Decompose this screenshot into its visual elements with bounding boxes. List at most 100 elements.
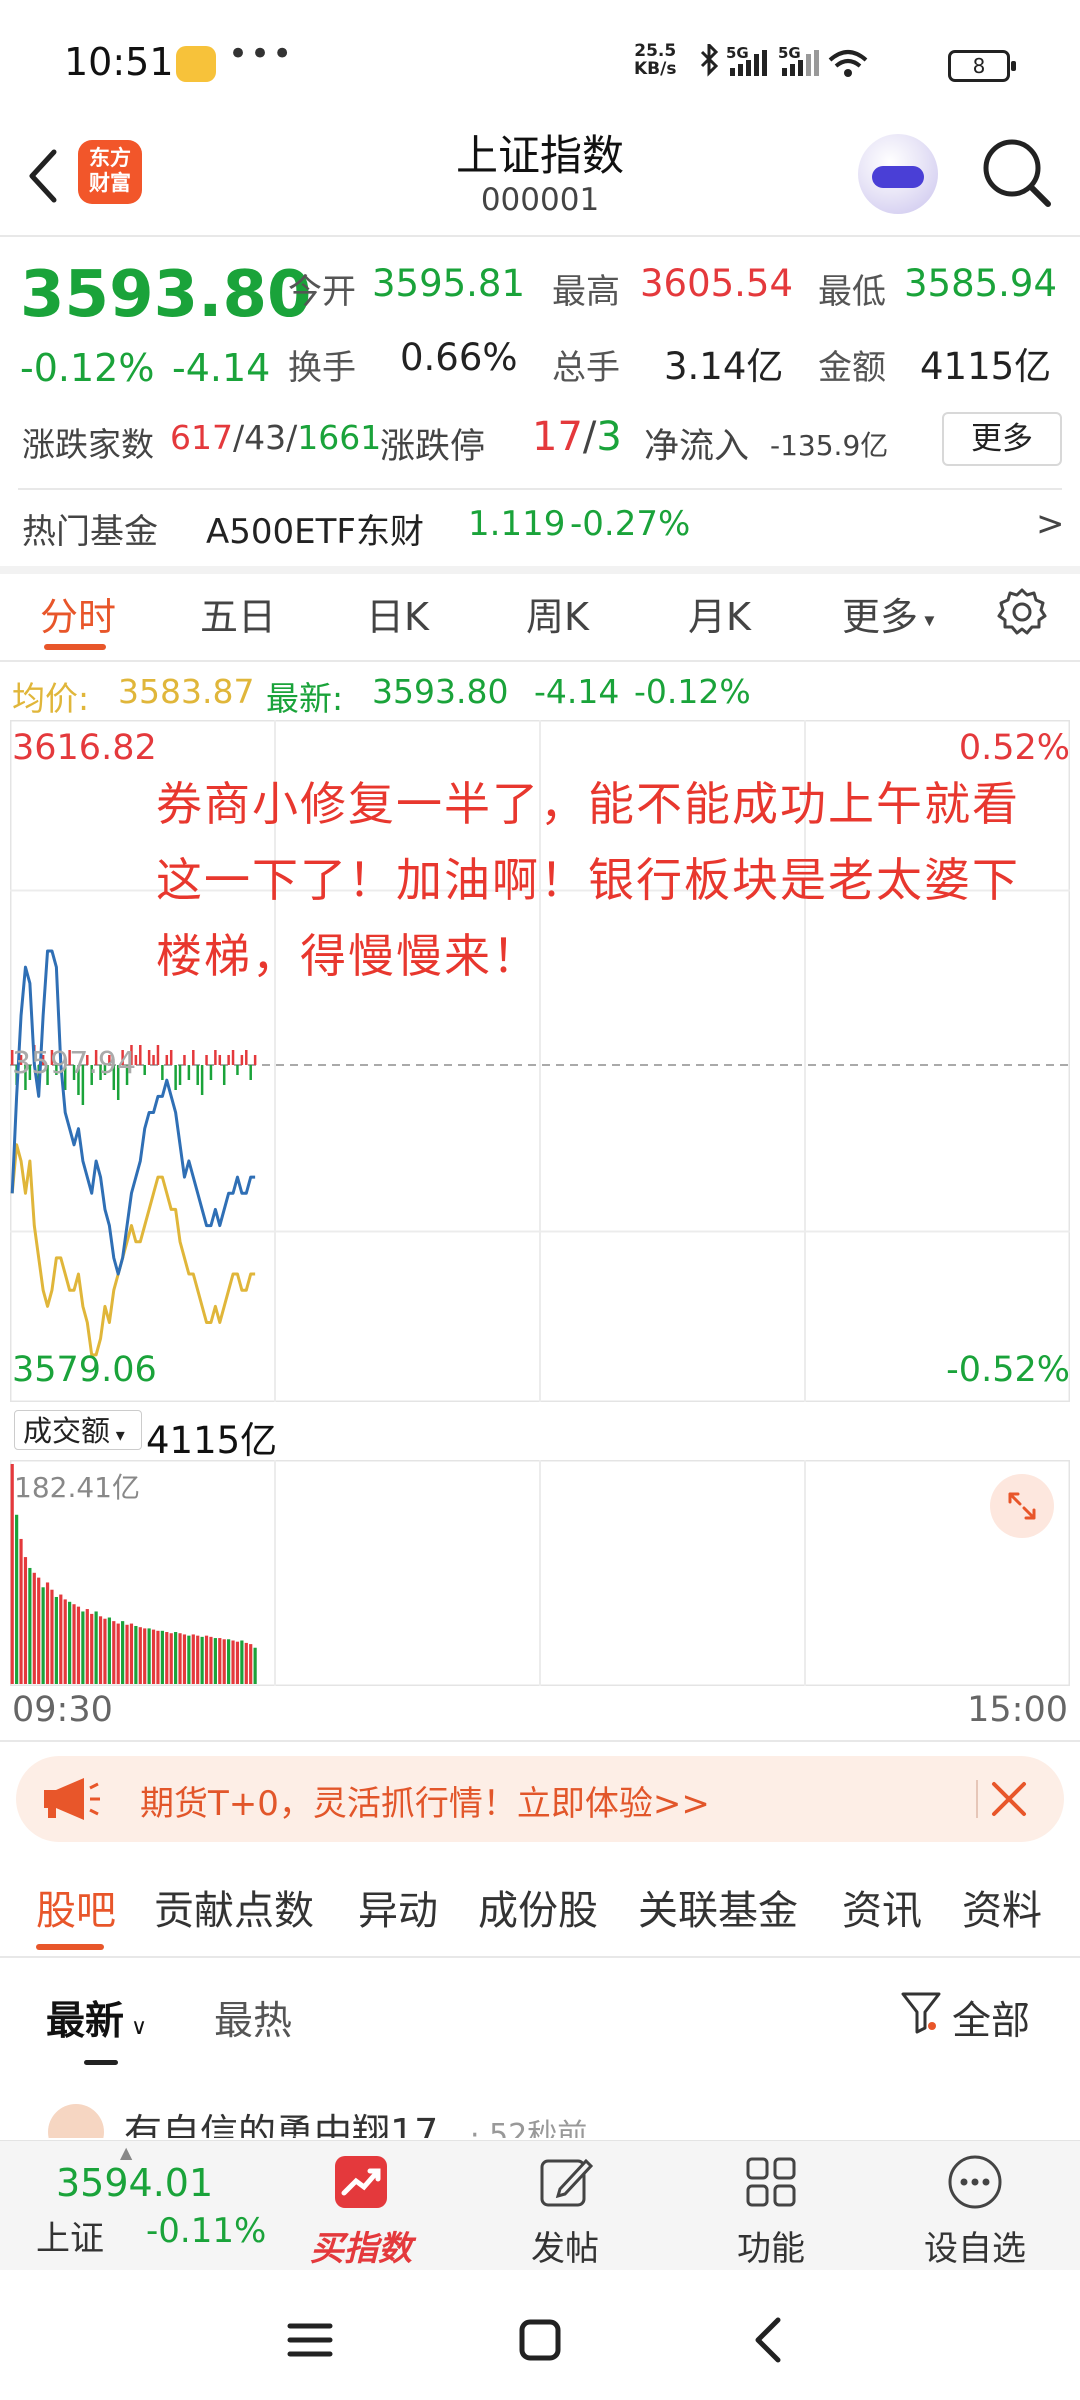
chart-tabs: 分时 五日 日K 周K 月K 更多 ▾ [0,576,1080,658]
weibo-notification-icon [176,46,216,82]
buy-index-button[interactable]: 买指数 [296,2153,426,2270]
volume-bar [54,1596,58,1684]
price-line [10,949,256,1276]
tab-more[interactable]: 更多 ▾ [842,586,934,641]
netflow-value: -135.9亿 [770,429,889,462]
tab-guba[interactable]: 股吧 [36,1878,116,1936]
post-label: 发帖 [531,2229,599,2269]
promo-banner[interactable]: 期货T+0，灵活抓行情！立即体验>> [16,1756,1064,1842]
sort-bar: 最新 ∨ 最热 全部 [0,1960,1080,2070]
volume-bar [15,1514,19,1684]
battery-icon: 8 [948,50,1016,82]
open-label: 今开 [288,272,356,312]
search-icon[interactable] [976,132,1056,212]
volume-max-label: 182.41亿 [14,1471,140,1504]
volume-bar [72,1604,76,1684]
caret-down-icon: ▾ [918,607,935,632]
volume-bar [121,1621,125,1684]
latest-value: 3593.80 [372,672,509,711]
assistant-robot-icon[interactable] [858,134,938,214]
average-price-row: 均价: 3583.87 最新: 3593.80 -4.14 -0.12% [0,666,1080,718]
change-percent: -0.12% [20,346,155,390]
add-watchlist-button[interactable]: 设自选 [910,2153,1040,2270]
nav-back-icon[interactable] [740,2310,800,2370]
latest-change: -4.14 [534,672,620,711]
sort-latest[interactable]: 最新 ∨ [46,1990,147,2046]
post-preview[interactable]: 有自信的勇中翔17 · 52秒前 [0,2096,1080,2138]
limit-label: 涨跌停 [380,427,486,467]
volume-bar [156,1630,160,1684]
add-watchlist-label: 设自选 [924,2229,1026,2269]
volume-bar [85,1609,89,1684]
volume-bar [196,1635,200,1684]
tab-related-funds[interactable]: 关联基金 [638,1878,798,1936]
avg-value: 3583.87 [118,672,255,711]
intraday-chart[interactable]: 3616.82 0.52% 3597.94 3579.06 -0.52% 券商小… [10,720,1070,1402]
latest-label: 最新: [266,679,344,718]
sort-indicator [84,2060,118,2065]
volume-value: 3.14亿 [664,345,784,388]
volume-bar [151,1629,156,1684]
bottom-action-bar: ▲ 3594.01 上证 -0.11% 买指数 发帖 功能 设自选 [0,2140,1080,2271]
close-icon[interactable] [986,1776,1032,1822]
tab-constituents[interactable]: 成份股 [478,1878,598,1936]
section-gap [0,566,1080,574]
hot-fund-change: -0.27% [570,504,691,544]
volume-bar [138,1627,142,1684]
hot-fund-label: 热门基金 [22,512,158,552]
tab-contribution[interactable]: 贡献点数 [154,1878,314,1936]
volume-bar [209,1636,213,1684]
hot-fund-row[interactable]: 热门基金 A500ETF东财 1.119 -0.27% > [0,490,1080,566]
menu-icon[interactable] [280,2310,340,2370]
tab-monthly-k[interactable]: 月K [688,586,751,641]
volume-bar [178,1633,182,1684]
volume-bar [143,1628,147,1684]
function-button[interactable]: 功能 [706,2153,836,2270]
tab-news[interactable]: 资讯 [842,1878,922,1936]
volume-bar [169,1633,173,1684]
more-button[interactable]: 更多 [942,412,1062,466]
low-label: 最低 [818,272,886,312]
volume-bar [50,1589,54,1684]
home-icon[interactable] [510,2310,570,2370]
expand-icon[interactable] [990,1474,1054,1538]
status-time: 10:51 [64,40,174,84]
amount-label: 金额 [818,348,886,388]
tab-profile[interactable]: 资料 [962,1878,1042,1936]
content-tabs: 股吧 贡献点数 异动 成份股 关联基金 资讯 资料 [0,1862,1080,1952]
breadth-values: 617/43/1661 [170,418,382,457]
turnover-label: 换手 [288,348,356,388]
volume-type-select[interactable]: 成交额 ▾ [14,1410,142,1450]
svg-text:5G: 5G [778,44,801,62]
app-header: 东方 财富 上证指数 000001 [0,110,1080,235]
tab-anomaly[interactable]: 异动 [358,1878,438,1936]
volume-bar [165,1632,169,1684]
filter-icon[interactable] [900,1990,942,2036]
time-end: 15:00 [967,1690,1068,1730]
tab-weekly-k[interactable]: 周K [526,586,589,641]
volume-total: 4115亿 [146,1419,278,1462]
change-value: -4.14 [172,346,271,390]
status-bar: 10:51 ••• 25.5 KB/s 5G 5G 8 [0,0,1080,110]
volume-bar [41,1587,45,1684]
banner-separator [976,1780,978,1818]
tab-five-day[interactable]: 五日 [200,586,276,641]
tab-daily-k[interactable]: 日K [366,586,429,641]
filter-all[interactable]: 全部 [952,1990,1030,2046]
volume-bar [182,1634,187,1684]
grid-icon [746,2157,796,2207]
sort-hot[interactable]: 最热 [214,1990,292,2046]
volume-chart[interactable]: 182.41亿 [9,1459,1071,1687]
turnover-value: 0.66% [400,336,518,379]
avatar[interactable] [48,2104,104,2138]
post-author[interactable]: 有自信的勇中翔17 [124,2102,438,2138]
tab-intraday[interactable]: 分时 [40,586,116,641]
gear-icon[interactable] [996,586,1048,638]
function-label: 功能 [737,2229,805,2269]
volume-bar [45,1582,50,1684]
volume-bar [129,1623,134,1684]
volume-bar [240,1640,244,1684]
volume-bar [90,1613,94,1684]
volume-bar [187,1635,191,1684]
post-button[interactable]: 发帖 [500,2153,630,2270]
